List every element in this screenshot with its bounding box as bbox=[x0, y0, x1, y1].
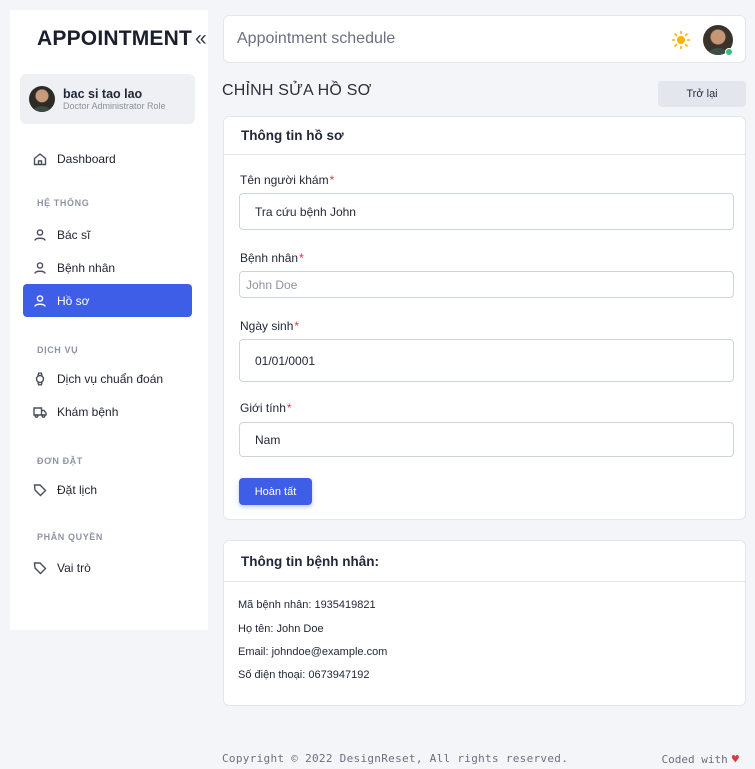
label-text: Giới tính bbox=[240, 401, 286, 415]
sidebar-item-label: Khám bệnh bbox=[57, 404, 119, 419]
card-title: Thông tin hồ sơ bbox=[224, 117, 745, 155]
sidebar-item-label: Bác sĩ bbox=[57, 227, 91, 242]
sidebar-item-examination[interactable]: Khám bệnh bbox=[23, 395, 192, 428]
sidebar-item-label: Dịch vụ chuẩn đoán bbox=[57, 371, 164, 386]
section-title-orders: ĐƠN ĐẶT bbox=[37, 456, 83, 466]
user-card[interactable]: bac si tao lao Doctor Administrator Role bbox=[20, 74, 195, 124]
user-icon bbox=[33, 228, 47, 242]
sidebar: APPOINTMENT « bac si tao lao Doctor Admi… bbox=[10, 10, 208, 630]
coded-with-text: Coded with bbox=[661, 752, 728, 766]
sidebar-item-label: Đặt lịch bbox=[57, 482, 98, 497]
sidebar-item-label: Vai trò bbox=[57, 560, 91, 575]
sidebar-item-label: Dashboard bbox=[57, 151, 116, 166]
header-title: Appointment schedule bbox=[237, 30, 396, 47]
submit-button[interactable]: Hoàn tất bbox=[239, 478, 312, 505]
sidebar-item-label: Bệnh nhân bbox=[57, 260, 116, 275]
heart-icon: ♥ bbox=[731, 752, 739, 766]
patient-input[interactable] bbox=[239, 271, 734, 298]
label-text: Tên người khám bbox=[240, 173, 329, 187]
sidebar-item-booking[interactable]: Đặt lịch bbox=[23, 473, 192, 506]
sidebar-item-label: Hồ sơ bbox=[57, 293, 90, 308]
required-mark: * bbox=[299, 251, 304, 265]
sidebar-item-records[interactable]: Hồ sơ bbox=[23, 284, 192, 317]
card-title: Thông tin bệnh nhân: bbox=[224, 541, 745, 582]
user-icon bbox=[33, 261, 47, 275]
user-avatar bbox=[29, 86, 55, 112]
gender-label: Giới tính* bbox=[240, 401, 292, 415]
patient-info-card: Thông tin bệnh nhân: Mã bệnh nhân: 19354… bbox=[223, 540, 746, 706]
footer-coded-with: Coded with ♥ bbox=[662, 752, 739, 766]
profile-form-card: Thông tin hồ sơ Tên người khám* Bệnh nhâ… bbox=[223, 116, 746, 520]
patient-id: Mã bệnh nhân: 1935419821 bbox=[238, 599, 376, 611]
section-title-system: HỆ THỐNG bbox=[37, 198, 90, 208]
sidebar-item-dashboard[interactable]: Dashboard bbox=[23, 142, 192, 175]
patient-phone: Số điện thoại: 0673947192 bbox=[238, 669, 370, 681]
sidebar-item-diagnosis-services[interactable]: Dịch vụ chuẩn đoán bbox=[23, 362, 192, 395]
section-title-permissions: PHÂN QUYỀN bbox=[37, 532, 104, 542]
user-name: bac si tao lao bbox=[63, 86, 143, 101]
label-text: Bệnh nhân bbox=[240, 251, 299, 265]
brand-title: APPOINTMENT bbox=[37, 27, 193, 50]
dob-label: Ngày sinh* bbox=[240, 319, 299, 333]
truck-icon bbox=[33, 405, 47, 419]
online-status-dot bbox=[725, 48, 733, 56]
user-icon bbox=[33, 294, 47, 308]
sidebar-item-doctors[interactable]: Bác sĩ bbox=[23, 218, 192, 251]
footer-copyright: Copyright © 2022 DesignReset, All rights… bbox=[222, 752, 569, 765]
required-mark: * bbox=[286, 401, 292, 415]
home-icon bbox=[33, 152, 47, 166]
top-header: Appointment schedule bbox=[223, 15, 746, 63]
gender-input[interactable] bbox=[239, 422, 734, 457]
tag-icon bbox=[33, 483, 47, 497]
user-role: Doctor Administrator Role bbox=[63, 101, 166, 112]
patient-name: Họ tên: John Doe bbox=[238, 623, 324, 635]
patient-label: Bệnh nhân* bbox=[240, 251, 304, 265]
brand-logo: APPOINTMENT « bbox=[37, 27, 207, 51]
required-mark: * bbox=[294, 319, 300, 333]
tag-icon bbox=[33, 561, 47, 575]
patient-email: Email: johndoe@example.com bbox=[238, 646, 388, 658]
dob-input[interactable] bbox=[239, 339, 734, 382]
label-text: Ngày sinh bbox=[240, 319, 294, 333]
examiner-label: Tên người khám* bbox=[240, 173, 334, 187]
back-button[interactable]: Trở lại bbox=[658, 81, 746, 107]
collapse-sidebar-icon[interactable]: « bbox=[195, 27, 207, 51]
sidebar-item-patients[interactable]: Bệnh nhân bbox=[23, 251, 192, 284]
watch-icon bbox=[33, 372, 47, 386]
examiner-input[interactable] bbox=[239, 193, 734, 230]
sun-icon[interactable] bbox=[671, 30, 691, 50]
page-title: CHỈNH SỬA HỒ SƠ bbox=[222, 82, 372, 99]
sidebar-item-roles[interactable]: Vai trò bbox=[23, 551, 192, 584]
app-page: APPOINTMENT « bac si tao lao Doctor Admi… bbox=[0, 0, 755, 769]
required-mark: * bbox=[329, 173, 335, 187]
section-title-services: DỊCH VỤ bbox=[37, 345, 79, 355]
